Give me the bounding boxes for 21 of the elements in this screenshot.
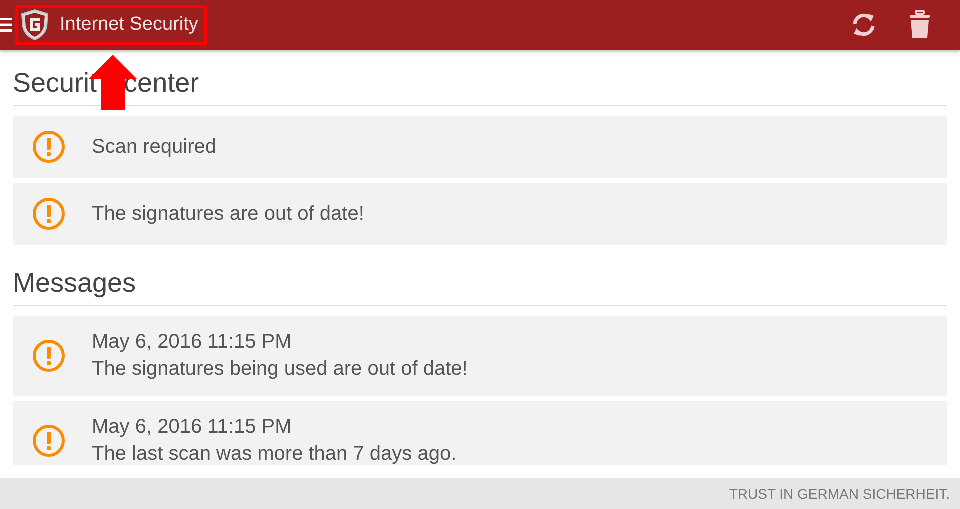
message-text: The signatures being used are out of date!: [92, 358, 468, 381]
shield-logo-icon: [20, 9, 50, 41]
warning-icon: [32, 197, 66, 231]
app-title: Internet Security: [60, 14, 198, 36]
message-card[interactable]: May 6, 2016 11:15 PM The last scan was more than 7 days ago.: [13, 401, 947, 465]
menu-icon[interactable]: [0, 17, 12, 33]
message-text: The last scan was more than 7 days ago.: [92, 443, 457, 465]
warning-icon: [32, 424, 66, 458]
heading-text: Securit: [13, 67, 98, 99]
message-date: May 6, 2016 11:15 PM: [92, 416, 293, 439]
footer-slogan: TRUST IN GERMAN SICHERHEIT.: [729, 486, 950, 502]
alert-text: Scan required: [92, 136, 217, 158]
message-date: May 6, 2016 11:15 PM: [92, 331, 293, 354]
alert-card[interactable]: Scan required: [13, 116, 947, 178]
section-heading: Messages: [13, 250, 947, 306]
warning-icon: [32, 130, 66, 164]
message-card[interactable]: May 6, 2016 11:15 PM The signatures being used are out of date!: [13, 316, 947, 396]
alert-card[interactable]: The signatures are out of date!: [13, 183, 947, 245]
heading-text: center: [124, 67, 200, 99]
alert-text: The signatures are out of date!: [92, 202, 364, 226]
warning-icon: [32, 339, 66, 373]
